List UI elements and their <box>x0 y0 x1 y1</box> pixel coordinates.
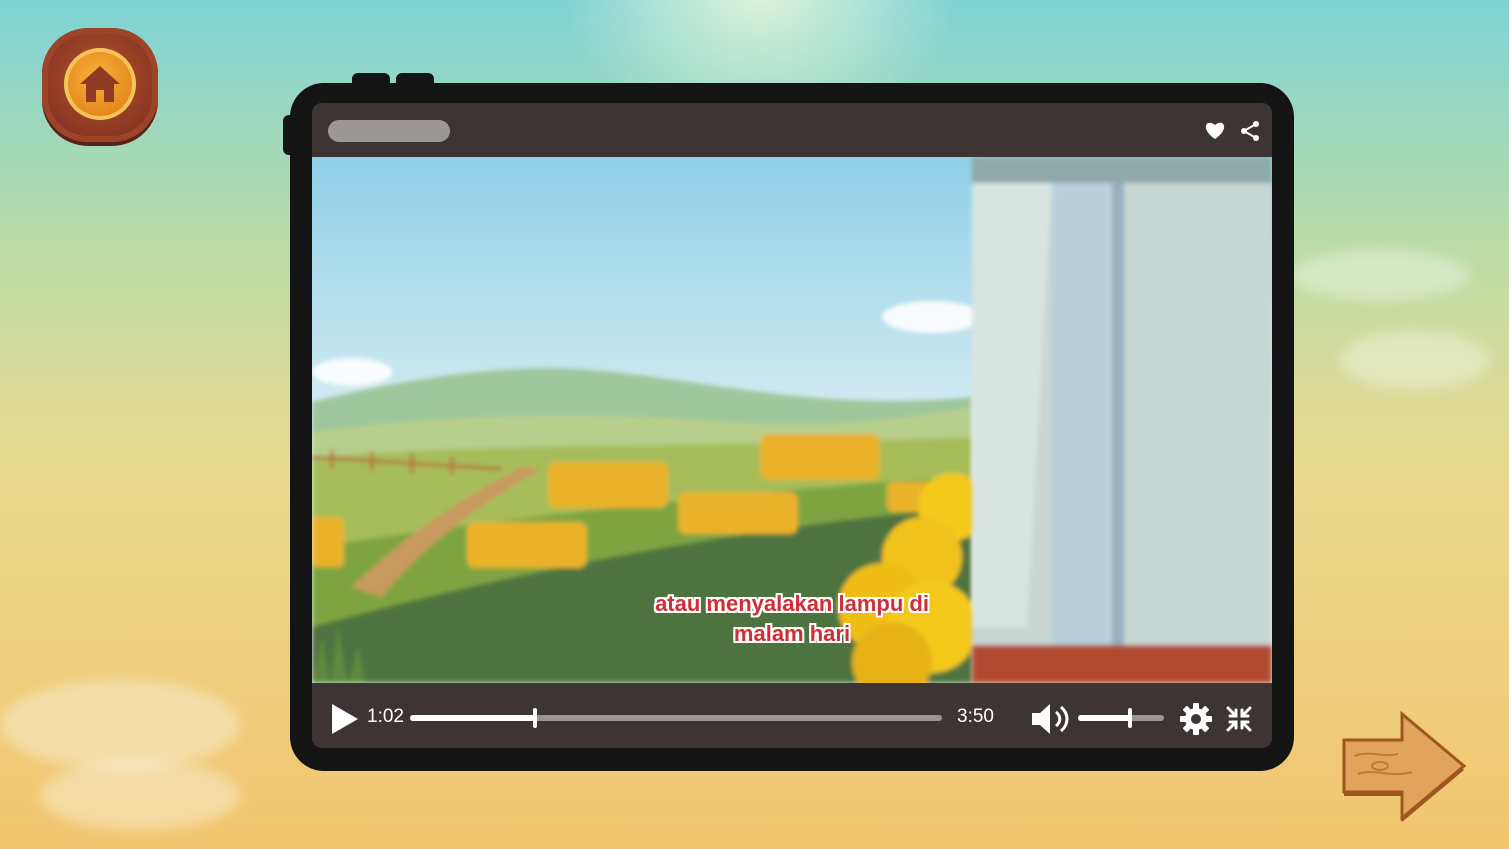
cloud <box>40 760 240 830</box>
volume-handle[interactable] <box>1127 708 1132 728</box>
cloud <box>0 680 240 770</box>
current-time: 1:02 <box>367 706 404 727</box>
subtitle-line: malam hari <box>733 621 851 646</box>
volume-icon <box>1032 704 1069 734</box>
subtitle-line: atau menyalakan lampu di <box>655 591 929 616</box>
home-coin <box>64 48 136 120</box>
video-subtitle: atau menyalakan lampu di malam hari <box>642 589 942 649</box>
home-button[interactable] <box>42 28 158 142</box>
heart-icon <box>1205 122 1225 139</box>
settings-button[interactable] <box>1180 703 1212 735</box>
video-title <box>328 120 450 142</box>
play-button[interactable] <box>330 704 358 734</box>
volume-fill <box>1078 715 1130 721</box>
video-frame[interactable]: atau menyalakan lampu di malam hari <box>312 157 1272 683</box>
volume-slider[interactable] <box>1078 708 1164 728</box>
share-icon <box>1241 121 1259 141</box>
favorite-button[interactable] <box>1204 120 1226 140</box>
tablet-frame: atau menyalakan lampu di malam hari 1:02… <box>290 83 1294 771</box>
exit-fullscreen-icon <box>1226 706 1252 732</box>
player-top-bar <box>312 103 1272 157</box>
arrow-right-icon <box>1342 710 1467 822</box>
share-button[interactable] <box>1240 120 1260 142</box>
progress-bar[interactable] <box>410 708 942 728</box>
duration: 3:50 <box>957 706 994 727</box>
play-icon <box>332 704 358 734</box>
player-controls: 1:02 3:50 <box>312 683 1272 748</box>
progress-fill <box>410 715 536 721</box>
next-button[interactable] <box>1340 708 1468 824</box>
progress-handle[interactable] <box>533 708 538 728</box>
video-player: atau menyalakan lampu di malam hari 1:02… <box>312 103 1272 748</box>
exit-fullscreen-button[interactable] <box>1226 706 1252 732</box>
cloud <box>1290 250 1470 300</box>
cloud <box>1340 330 1490 390</box>
home-icon <box>80 66 120 102</box>
gear-icon <box>1180 703 1212 735</box>
volume-button[interactable] <box>1032 704 1072 734</box>
